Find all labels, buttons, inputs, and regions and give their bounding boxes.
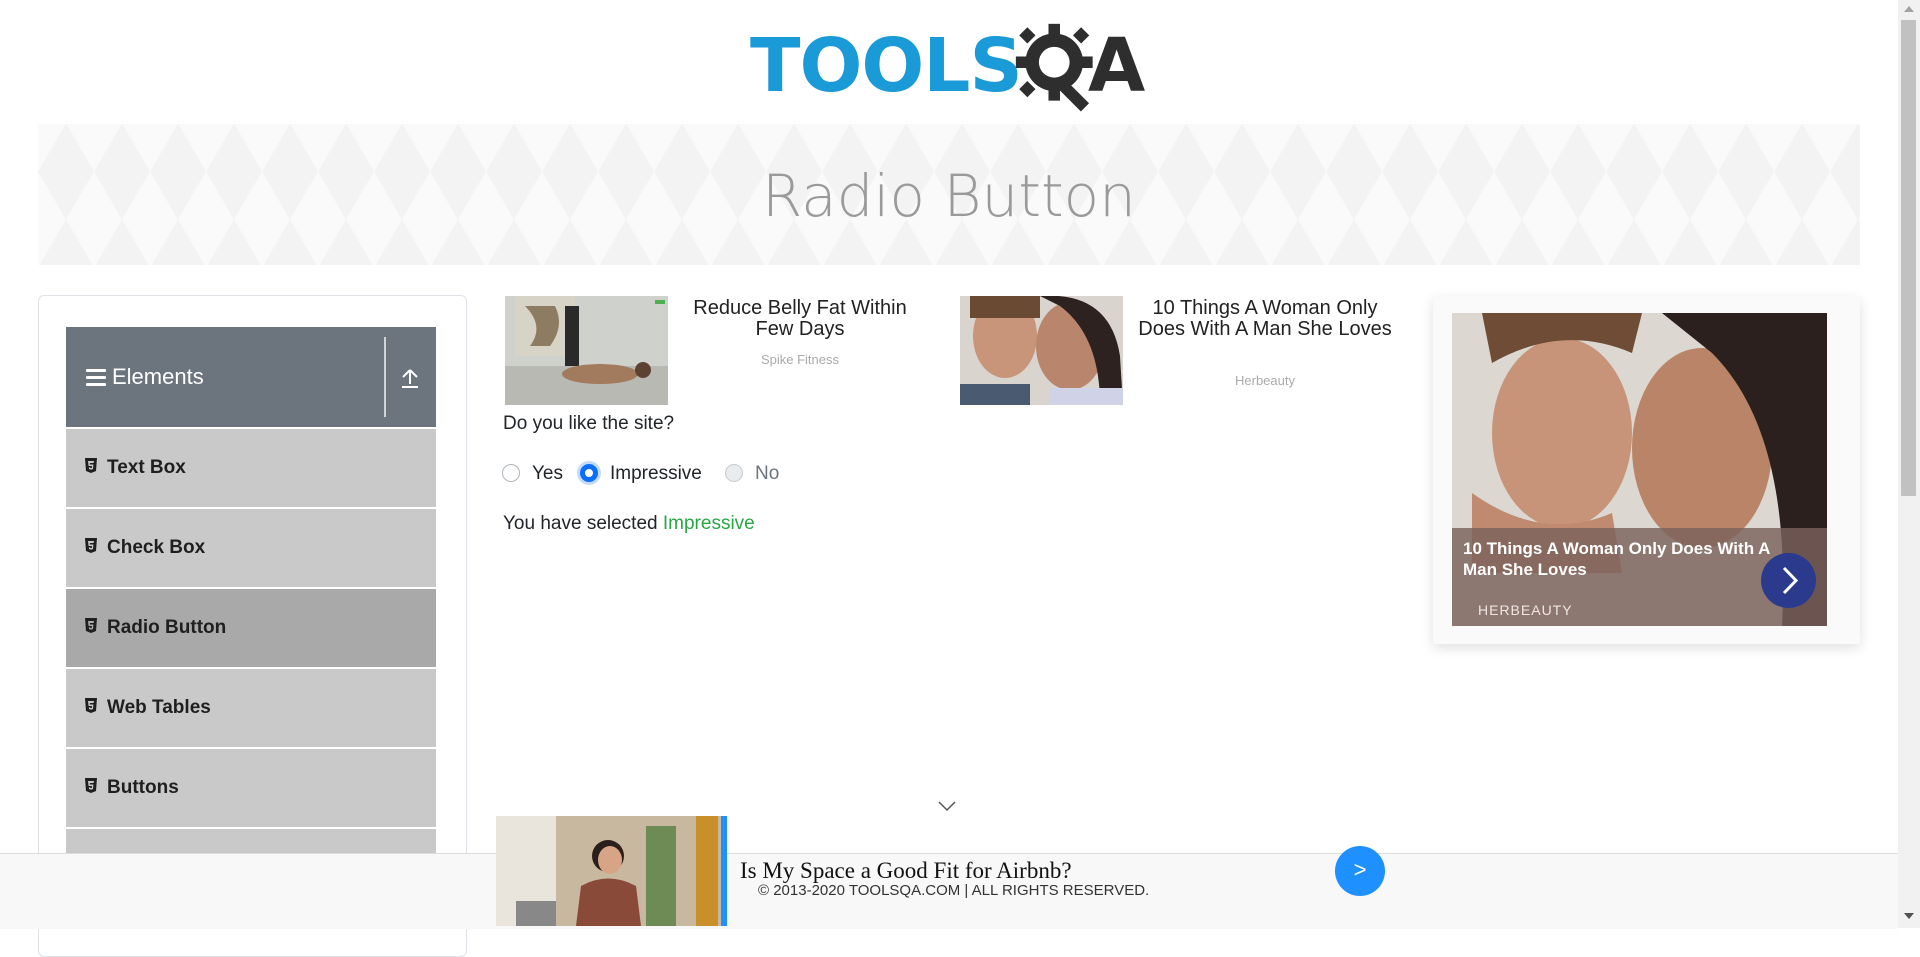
result-prefix: You have selected: [503, 513, 658, 534]
right-ad[interactable]: 10 Things A Woman Only Does With A Man S…: [1433, 296, 1860, 644]
bottom-ad-title[interactable]: Is My Space a Good Fit for Airbnb?: [740, 858, 1072, 884]
sidebar-item-web-tables[interactable]: Web Tables: [66, 667, 436, 747]
scroll-down-arrow-icon[interactable]: [1904, 913, 1914, 919]
selection-result: You have selected Impressive: [503, 512, 755, 536]
html5-icon: [85, 698, 97, 713]
bottom-ad-image[interactable]: [496, 816, 727, 926]
sidebar-item-label: Web Tables: [107, 697, 211, 718]
html5-icon: [85, 458, 97, 473]
ad-source: Spike Fitness: [760, 352, 840, 367]
ad-card-belly-fat[interactable]: Reduce Belly Fat Within Few Days Spike F…: [505, 296, 925, 406]
sidebar-item-label: Buttons: [107, 777, 179, 798]
ad-card-woman-man[interactable]: 10 Things A Woman Only Does With A Man S…: [960, 296, 1400, 406]
html5-icon: [85, 618, 97, 633]
bottom-ad-next-button[interactable]: >: [1335, 846, 1385, 896]
logo-text-tools: TOOLS: [750, 23, 1023, 109]
radio-label-impressive[interactable]: Impressive: [610, 462, 702, 486]
next-arrow-button[interactable]: [1761, 553, 1816, 608]
sidebar-item-label: Radio Button: [107, 617, 227, 638]
question-text: Do you like the site?: [503, 413, 675, 434]
toolsqa-logo[interactable]: TOOLS A: [750, 18, 1154, 116]
footer-copyright: © 2013-2020 TOOLSQA.COM | ALL RIGHTS RES…: [758, 882, 1150, 899]
sidebar-item-label: Text Box: [107, 457, 186, 478]
vertical-scrollbar[interactable]: [1898, 0, 1920, 928]
sidebar-item-radio-button[interactable]: Radio Button: [66, 587, 436, 667]
sidebar-item-check-box[interactable]: Check Box: [66, 507, 436, 587]
right-ad-caption: 10 Things A Woman Only Does With A Man S…: [1452, 528, 1827, 626]
sidebar-item-text-box[interactable]: Text Box: [66, 427, 436, 507]
sidebar-group-title: Elements: [112, 364, 204, 389]
right-ad-source: HERBEAUTY: [1478, 602, 1573, 618]
html5-icon: [85, 538, 97, 553]
sidebar-item-buttons[interactable]: Buttons: [66, 747, 436, 827]
page-title: Radio Button: [762, 162, 1136, 230]
chevron-down-icon[interactable]: [937, 800, 957, 812]
sidebar-item-label: Check Box: [107, 537, 206, 558]
sidebar-group-elements[interactable]: Elements: [66, 327, 436, 427]
ad-source: Herbeauty: [1235, 373, 1295, 388]
page-banner: Radio Button: [38, 124, 1860, 265]
collapse-up-icon[interactable]: [398, 367, 422, 389]
radio-group: Yes Impressive No: [502, 461, 902, 487]
radio-yes[interactable]: [502, 464, 520, 482]
radio-impressive[interactable]: [580, 464, 598, 482]
html5-icon: [85, 778, 97, 793]
hamburger-icon: [86, 369, 106, 387]
ad-image: [960, 296, 1123, 405]
chevron-right-icon: [1782, 566, 1799, 595]
radio-label-no: No: [755, 463, 780, 484]
radio-no: [725, 464, 743, 482]
scroll-thumb[interactable]: [1901, 20, 1916, 496]
ad-title: Reduce Belly Fat Within Few Days: [693, 297, 907, 340]
ad-title: 10 Things A Woman Only Does With A Man S…: [1138, 297, 1392, 340]
divider: [384, 337, 386, 417]
ad-image: [505, 296, 668, 405]
right-ad-title: 10 Things A Woman Only Does With A Man S…: [1463, 539, 1770, 579]
radio-label-yes[interactable]: Yes: [532, 462, 563, 486]
scroll-up-arrow-icon[interactable]: [1904, 6, 1914, 12]
bottom-ad-stripe: [721, 816, 727, 926]
result-value: Impressive: [662, 513, 755, 534]
logo-text-a: A: [1088, 23, 1146, 109]
